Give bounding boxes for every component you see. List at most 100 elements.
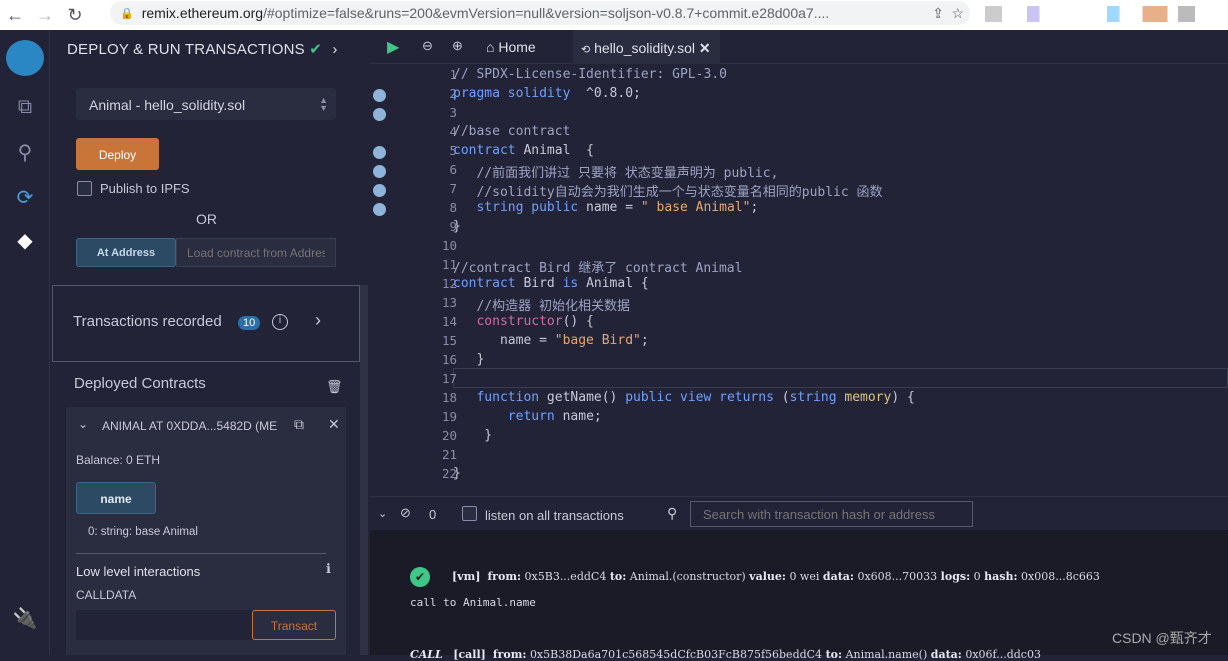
publish-ipfs-checkbox[interactable] [77,181,92,196]
breakpoint-marker[interactable] [373,165,386,178]
listen-checkbox[interactable] [462,506,477,521]
chevron-right-icon[interactable]: › [315,310,321,331]
line-number[interactable]: 10 [400,238,457,253]
line-number[interactable]: 13 [400,295,457,310]
code-token: string [789,390,837,405]
pending-count: 0 [429,507,437,522]
name-button[interactable]: name [76,482,156,514]
current-line-highlight [453,368,1228,388]
zoom-in-icon[interactable]: ⊕ [452,38,463,54]
line-number[interactable]: 5 [400,143,457,158]
code-token: pragma solidity [453,86,571,101]
code-token: ^0.8.0; [570,86,641,101]
line-number[interactable]: 2 [400,86,457,101]
info-icon[interactable]: i [272,314,288,330]
transact-button[interactable]: Transact [252,610,336,640]
code-line: name = "bage Bird"; [453,333,649,348]
breakpoint-marker[interactable] [373,203,386,216]
breakpoint-marker[interactable] [373,184,386,197]
code-token: //base contract [453,124,571,139]
instance-title[interactable]: ANIMAL AT 0XDDA...5482D (ME [102,419,277,433]
terminal-search-input[interactable] [690,501,973,527]
info-icon[interactable]: ℹ [326,561,331,577]
code-line: return name; [453,409,602,424]
success-check-icon: ✔ [410,567,430,587]
tab-hello-solidity[interactable]: ⟲ hello_solidity.sol ✕ [573,30,720,64]
at-address-input[interactable] [176,238,336,267]
back-icon[interactable]: ← [0,5,30,26]
code-token: //solidity自动会为我们生成一个与状态变量名相同的public 函数 [453,185,883,200]
tx-log-entry[interactable]: [vm] from: 0x5B3...eddC4 to: Animal.(con… [452,570,1100,583]
code-token: function [476,390,540,405]
terminal-toolbar: ⌄ ⊘ 0 listen on all transactions ⚲ [370,496,1228,530]
file-explorer-icon[interactable]: ⧉ [12,96,38,122]
forward-icon[interactable]: → [30,5,60,26]
code-line: } [453,428,492,443]
share-icon[interactable]: ⇪ [932,5,944,22]
line-number[interactable]: 12 [400,276,457,291]
line-number[interactable]: 14 [400,314,457,329]
publish-ipfs-label: Publish to IPFS [100,181,190,196]
close-icon[interactable]: ✕ [328,416,340,433]
code-token: Animal { [515,143,594,158]
breakpoint-marker[interactable] [373,89,386,102]
watermark: CSDN @甄齐才 [1112,630,1212,646]
line-number[interactable]: 17 [400,371,457,386]
chevron-right-icon[interactable]: › [332,41,337,58]
deploy-button[interactable]: Deploy [76,138,159,170]
line-number[interactable]: 22 [400,466,457,481]
line-number[interactable]: 1 [400,67,457,82]
copy-icon[interactable]: ⧉ [294,416,304,433]
code-token: string public [476,200,579,215]
sync-icon: ⟲ [581,44,591,56]
code-token: " base Animal" [640,200,751,215]
trash-icon[interactable]: 🗑 [326,379,343,395]
chevron-down-icon[interactable]: ⌄ [78,417,88,431]
line-number[interactable]: 7 [400,181,457,196]
line-number[interactable]: 11 [400,257,457,272]
run-icon[interactable]: ▶ [387,37,399,57]
panel-scrollbar[interactable] [360,285,368,655]
line-number[interactable]: 21 [400,447,457,462]
deploy-run-icon[interactable]: ◆ [12,228,38,254]
code-token: is [562,276,579,291]
contract-select[interactable]: Animal - hello_solidity.sol ▲ ▼ [76,88,336,120]
listen-label: listen on all transactions [485,508,624,523]
line-number[interactable]: 4 [400,124,457,139]
calldata-input[interactable] [76,610,252,640]
address-bar[interactable]: 🔒 remix.ethereum.org/#optimize=false&run… [110,1,970,25]
remix-logo-icon[interactable] [6,40,44,76]
tab-home[interactable]: ⌂ Home [486,39,536,55]
search-icon[interactable]: ⚲ [12,140,38,166]
transactions-recorded-section[interactable]: Transactions recorded 10 i › [52,285,360,362]
line-number[interactable]: 15 [400,333,457,348]
breakpoint-marker[interactable] [373,146,386,159]
close-tab-icon[interactable]: ✕ [699,40,711,56]
line-number[interactable]: 9 [400,219,457,234]
code-line: // SPDX-License-Identifier: GPL-3.0 [453,67,727,82]
line-number[interactable]: 20 [400,428,457,443]
line-number[interactable]: 18 [400,390,457,405]
line-number[interactable]: 16 [400,352,457,367]
code-line: //前面我们讲过 只要将 状态变量声明为 public, [453,162,778,181]
reload-icon[interactable]: ↻ [60,5,90,26]
clear-console-icon[interactable]: ⊘ [400,505,411,521]
breakpoint-marker[interactable] [373,108,386,121]
zoom-out-icon[interactable]: ⊖ [422,38,433,54]
transactions-recorded-label: Transactions recorded [73,313,222,330]
panel-title: DEPLOY & RUN TRANSACTIONS ✔ › [67,41,338,58]
icon-sidebar: ⧉ ⚲ ⟳ ◆ 🔌 [0,30,50,655]
code-line: } [453,219,461,234]
or-label: OR [196,211,217,227]
star-icon[interactable]: ☆ [951,5,964,22]
code-token: ( [773,390,790,405]
plugin-manager-icon[interactable]: 🔌 [12,606,38,632]
code-editor[interactable]: 1// SPDX-License-Identifier: GPL-3.0 2 pra… [370,64,1228,496]
line-number[interactable]: 19 [400,409,457,424]
line-number[interactable]: 8 [400,200,457,215]
collapse-terminal-icon[interactable]: ⌄ [378,507,387,520]
at-address-button[interactable]: At Address [76,238,176,267]
line-number[interactable]: 6 [400,162,457,177]
compiler-icon[interactable]: ⟳ [12,185,38,211]
line-number[interactable]: 3 [400,105,457,120]
